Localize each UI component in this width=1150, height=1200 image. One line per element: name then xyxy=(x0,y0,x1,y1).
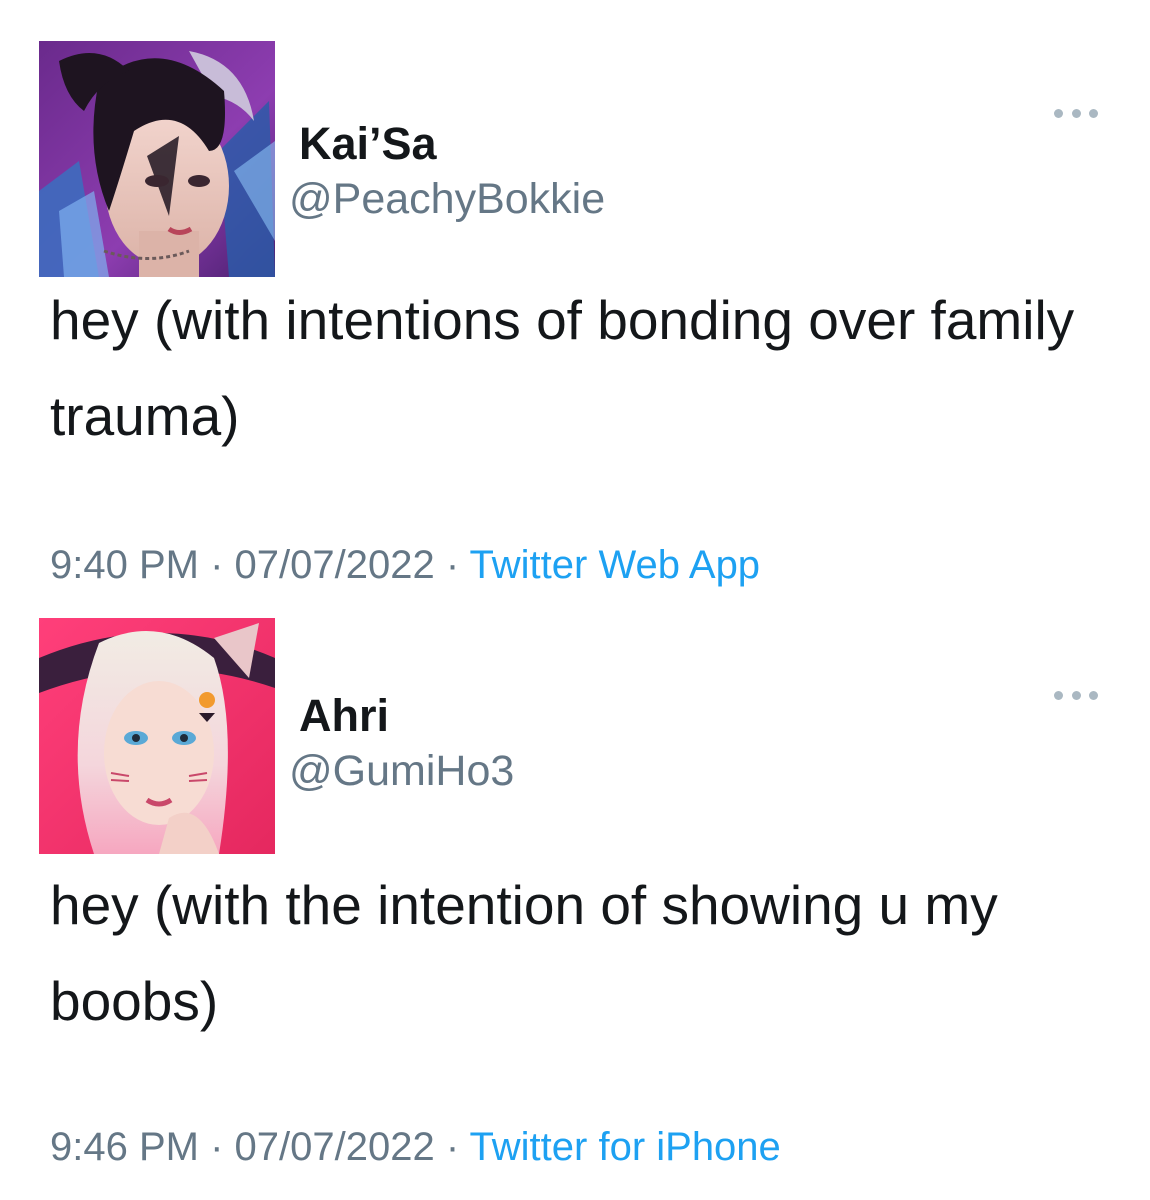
dot xyxy=(1071,108,1081,118)
dot xyxy=(1071,690,1081,700)
tweet-source-link[interactable]: Twitter Web App xyxy=(470,543,761,587)
dot xyxy=(1054,108,1063,118)
ahri-avatar-icon xyxy=(39,618,275,854)
dot xyxy=(1054,690,1063,700)
avatar[interactable] xyxy=(39,618,275,854)
kaisa-avatar-icon xyxy=(39,41,275,277)
tweet-text: hey (with intentions of bonding over fam… xyxy=(50,289,1075,447)
meta-separator: · xyxy=(198,543,235,587)
user-handle[interactable]: @GumiHo3 xyxy=(289,750,514,793)
tweet-text: hey (with the intention of showing u my … xyxy=(50,874,998,1032)
more-options-icon[interactable] xyxy=(1054,106,1098,120)
tweet-date[interactable]: 07/07/2022 xyxy=(235,543,435,587)
tweet: Ahri @GumiHo3 hey (with the intention of… xyxy=(0,600,1150,1200)
tweet-source-link[interactable]: Twitter for iPhone xyxy=(470,1125,781,1169)
user-handle[interactable]: @PeachyBokkie xyxy=(289,178,605,221)
display-name[interactable]: Kai’Sa xyxy=(299,121,437,166)
meta-separator: · xyxy=(198,1125,235,1169)
dot xyxy=(1089,690,1098,700)
tweet-date[interactable]: 07/07/2022 xyxy=(235,1125,435,1169)
display-name[interactable]: Ahri xyxy=(299,693,389,738)
tweet: Kai’Sa @PeachyBokkie hey (with intention… xyxy=(0,0,1150,600)
more-options-icon[interactable] xyxy=(1054,688,1098,702)
tweet-time[interactable]: 9:46 PM xyxy=(50,1125,199,1169)
dot xyxy=(1089,108,1098,118)
meta-separator: · xyxy=(434,543,470,587)
tweet-time[interactable]: 9:40 PM xyxy=(50,543,199,587)
avatar[interactable] xyxy=(39,41,275,277)
tweet-meta: 9:46 PM · 07/07/2022 · Twitter for iPhon… xyxy=(50,1127,781,1167)
tweet-meta: 9:40 PM · 07/07/2022 · Twitter Web App xyxy=(50,545,760,585)
meta-separator: · xyxy=(434,1125,470,1169)
